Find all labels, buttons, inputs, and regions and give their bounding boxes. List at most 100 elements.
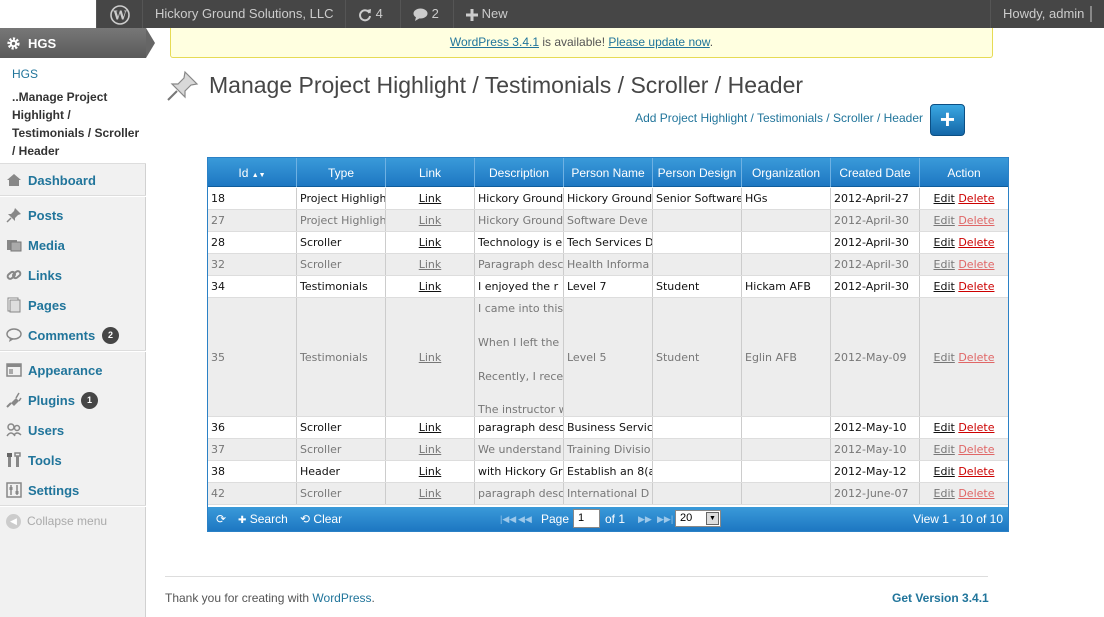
- menu-item-dashboard[interactable]: Dashboard: [0, 165, 146, 195]
- get-version-link[interactable]: Get Version 3.4.1: [892, 591, 989, 605]
- menu-item-comments[interactable]: Comments 2: [0, 320, 146, 350]
- edit-link[interactable]: Edit: [934, 236, 955, 249]
- page-number-input[interactable]: 1: [573, 509, 600, 528]
- grid-pager: ⟳ ✚ Search ⟲ Clear |◀◀ ◀◀ Page 1 of 1 ▶▶…: [208, 507, 1008, 531]
- column-header-organization[interactable]: Organization: [742, 158, 831, 187]
- column-header-person-design[interactable]: Person Design: [653, 158, 742, 187]
- search-button[interactable]: ✚ Search: [238, 512, 288, 526]
- delete-link[interactable]: Delete: [958, 443, 994, 456]
- next-page-icon[interactable]: ▶▶: [638, 514, 652, 525]
- prev-page-icon[interactable]: ◀◀: [518, 514, 532, 525]
- edit-link[interactable]: Edit: [934, 192, 955, 205]
- description-line: I came into this: [478, 302, 564, 315]
- edit-link[interactable]: Edit: [934, 487, 955, 500]
- update-now-link[interactable]: Please update now: [608, 35, 709, 49]
- row-link[interactable]: Link: [386, 280, 474, 293]
- first-page-icon[interactable]: |◀◀: [500, 514, 516, 525]
- page-title: Manage Project Highlight / Testimonials …: [209, 72, 804, 98]
- row-link[interactable]: Link: [386, 465, 474, 478]
- delete-link[interactable]: Delete: [958, 487, 994, 500]
- appearance-icon: [6, 363, 22, 377]
- footer-thanks-end: .: [371, 591, 375, 605]
- cell-date: 2012-May-10: [831, 417, 920, 438]
- menu-item-links[interactable]: Links: [0, 260, 146, 290]
- edit-link[interactable]: Edit: [934, 280, 955, 293]
- row-link[interactable]: Link: [386, 214, 474, 227]
- updates-link[interactable]: 4: [345, 0, 400, 28]
- cell-action: Edit Delete: [920, 483, 1008, 504]
- menu-item-tools[interactable]: Tools: [0, 445, 146, 475]
- edit-link[interactable]: Edit: [934, 443, 955, 456]
- column-header-type[interactable]: Type: [297, 158, 386, 187]
- page-of-label: of 1: [605, 512, 626, 526]
- submenu-item-hgs[interactable]: HGS: [12, 67, 38, 81]
- comments-link[interactable]: 2: [400, 0, 453, 28]
- edit-link[interactable]: Edit: [934, 258, 955, 271]
- row-link[interactable]: Link: [386, 192, 474, 205]
- account-menu[interactable]: Howdy, admin: [990, 0, 1104, 28]
- delete-link[interactable]: Delete: [958, 192, 994, 205]
- menu-item-settings[interactable]: Settings: [0, 475, 146, 505]
- row-link[interactable]: Link: [386, 487, 474, 500]
- cell-text: paragraph desc: [478, 487, 564, 500]
- site-name-link[interactable]: Hickory Ground Solutions, LLC: [142, 0, 345, 28]
- menu-item-appearance[interactable]: Appearance: [0, 355, 146, 385]
- menu-item-posts[interactable]: Posts: [0, 200, 146, 230]
- cell-id: 36: [208, 417, 297, 438]
- column-header-id[interactable]: Id ▲▼: [208, 158, 297, 187]
- comments-count: 2: [431, 6, 439, 21]
- add-item-link[interactable]: Add Project Highlight / Testimonials / S…: [635, 111, 923, 125]
- wordpress-link[interactable]: WordPress: [312, 591, 371, 605]
- edit-link[interactable]: Edit: [934, 351, 955, 364]
- row-link[interactable]: Link: [386, 443, 474, 456]
- delete-link[interactable]: Delete: [958, 280, 994, 293]
- delete-link[interactable]: Delete: [958, 351, 994, 364]
- rows-per-page-select[interactable]: 20 ▼: [675, 510, 721, 527]
- delete-link[interactable]: Delete: [958, 214, 994, 227]
- cell-text: Eglin AFB: [745, 351, 797, 364]
- row-link[interactable]: Link: [386, 351, 474, 364]
- cell-text: Project Highlight: [300, 214, 386, 227]
- table-row: 38 Header Link with Hickory Gr Establish an …: [208, 461, 1008, 483]
- edit-link[interactable]: Edit: [934, 421, 955, 434]
- submenu-item-manage[interactable]: ..Manage Project Highlight / Testimonial…: [12, 88, 142, 160]
- menu-item-users[interactable]: Users: [0, 415, 146, 445]
- refresh-icon[interactable]: ⟳: [216, 512, 226, 526]
- column-header-created-date[interactable]: Created Date: [831, 158, 920, 187]
- delete-link[interactable]: Delete: [958, 258, 994, 271]
- row-link[interactable]: Link: [386, 236, 474, 249]
- description-line: The instructor w: [478, 403, 564, 416]
- cell-text: International D: [567, 487, 650, 500]
- cell-person-name: Business Servic: [564, 417, 653, 438]
- last-page-icon[interactable]: ▶▶|: [657, 514, 673, 525]
- add-item-button[interactable]: +: [930, 104, 965, 136]
- menu-item-hgs[interactable]: HGS: [0, 28, 155, 58]
- delete-link[interactable]: Delete: [958, 421, 994, 434]
- cell-organization: [742, 417, 831, 438]
- footer-thanks: Thank you for creating with WordPress.: [165, 591, 375, 605]
- cell-type: Project Highlight: [297, 210, 386, 231]
- new-content-link[interactable]: New: [453, 0, 527, 28]
- clear-button[interactable]: ⟲ Clear: [300, 512, 342, 526]
- menu-item-pages[interactable]: Pages: [0, 290, 146, 320]
- cell-text: 37: [211, 443, 225, 456]
- table-row: 28 Scroller Link Technology is e Tech Servic…: [208, 232, 1008, 254]
- cell-id: 27: [208, 210, 297, 231]
- media-icon: [7, 240, 22, 252]
- wordpress-version-link[interactable]: WordPress 3.4.1: [450, 35, 539, 49]
- row-link[interactable]: Link: [386, 258, 474, 271]
- admin-bar: W Hickory Ground Solutions, LLC 4 2 New …: [0, 0, 1104, 28]
- wordpress-logo-icon[interactable]: W: [96, 0, 142, 28]
- column-header-person-name[interactable]: Person Name: [564, 158, 653, 187]
- edit-link[interactable]: Edit: [934, 214, 955, 227]
- edit-link[interactable]: Edit: [934, 465, 955, 478]
- column-header-description[interactable]: Description: [475, 158, 564, 187]
- collapse-menu-button[interactable]: ◀ Collapse menu: [6, 514, 107, 530]
- delete-link[interactable]: Delete: [958, 236, 994, 249]
- column-header-link[interactable]: Link: [386, 158, 475, 187]
- delete-link[interactable]: Delete: [958, 465, 994, 478]
- menu-item-plugins[interactable]: Plugins 1: [0, 385, 146, 415]
- row-link[interactable]: Link: [386, 421, 474, 434]
- menu-item-media[interactable]: Media: [0, 230, 146, 260]
- cell-link: Link: [386, 483, 475, 504]
